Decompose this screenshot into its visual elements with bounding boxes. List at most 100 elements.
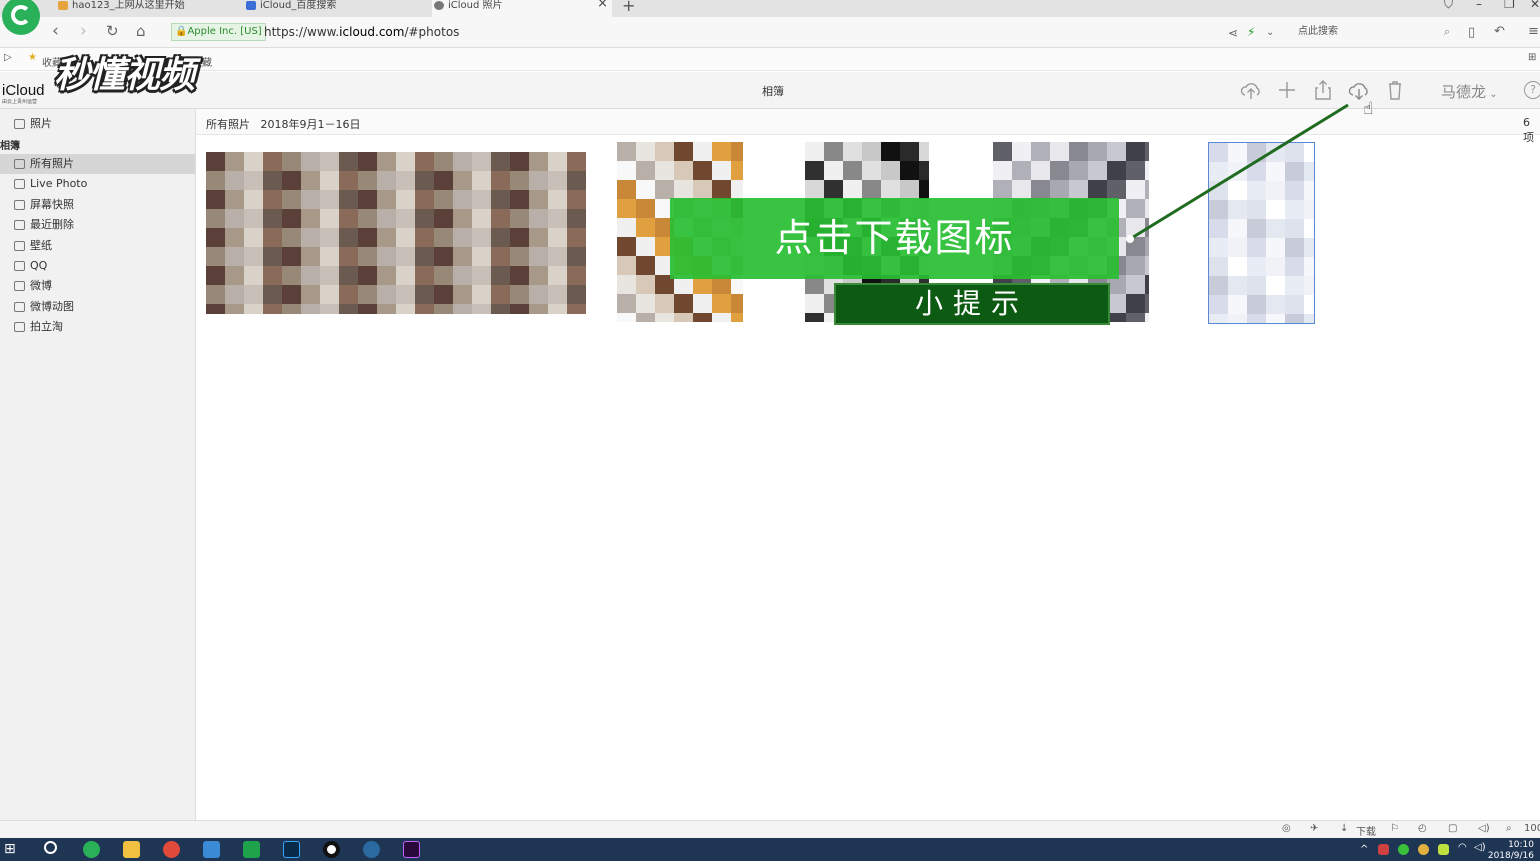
search-input[interactable]: 点此搜索 ⌕ [1288, 22, 1452, 42]
qq-tray-icon[interactable] [1418, 844, 1429, 855]
windows-start-icon[interactable]: ⊞ [4, 841, 16, 857]
share-icon[interactable]: ⋖ [1228, 23, 1238, 43]
lightning-icon[interactable]: ⚡ [1247, 22, 1255, 42]
back-icon[interactable]: ‹ [52, 21, 59, 41]
status-icon[interactable]: ◎ [1282, 823, 1291, 834]
taskbar-clock[interactable]: 10:10 2018/9/16 [1488, 840, 1534, 862]
zoom-icon[interactable]: ⌕ [1506, 823, 1512, 834]
photo-pixel [674, 180, 693, 199]
home-icon[interactable]: ⌂ [136, 21, 146, 41]
sidebar-item-album[interactable]: Live Photo [0, 174, 195, 194]
icloud-brand[interactable]: iCloud [2, 82, 45, 99]
photo-pixel [824, 180, 843, 199]
app-icon[interactable] [203, 841, 220, 858]
photo-pixel [301, 228, 320, 247]
download-label[interactable]: 下载 [1356, 823, 1376, 838]
photo-pixel [919, 142, 929, 161]
photo-pixel [415, 304, 434, 314]
premiere-icon[interactable] [403, 841, 420, 858]
sidebar-toggle-icon[interactable]: ▷ [4, 52, 12, 63]
photo-pixel [617, 161, 636, 180]
sidebar-item-album[interactable]: 最近删除 [0, 215, 195, 235]
wifi-icon[interactable]: ◠ [1458, 842, 1467, 853]
browser-app-icon[interactable] [83, 841, 100, 858]
status-icon[interactable]: ✈ [1310, 823, 1318, 834]
sidebar-item-album[interactable]: QQ [0, 256, 195, 276]
window-icon[interactable]: ▢ [1448, 823, 1457, 834]
tray-icon[interactable] [1438, 844, 1449, 855]
photo-pixel [712, 142, 731, 161]
photo-pixel [1266, 257, 1285, 276]
tab-label: hao123_上网从这里开始 [72, 0, 185, 11]
photo-pixel [358, 285, 377, 304]
app-icon[interactable] [363, 841, 380, 858]
photo-pixel [712, 180, 731, 199]
photo-pixel [529, 209, 548, 228]
minimize-icon[interactable]: – [1476, 0, 1482, 11]
restore-icon[interactable]: ❐ [1504, 0, 1515, 11]
photo-pixel [674, 142, 693, 161]
close-window-icon[interactable]: ✕ [1530, 0, 1540, 11]
tab-icloud-photos[interactable]: iCloud 照片 × [432, 0, 612, 17]
apps-grid-icon[interactable]: ⊞ [1528, 52, 1536, 63]
search-icon[interactable] [44, 841, 57, 854]
photo-pixel [263, 304, 282, 314]
photo-pixel [225, 152, 244, 171]
chrome-icon[interactable] [163, 841, 180, 858]
photo-pixel [472, 209, 491, 228]
download-icon[interactable]: ↓ [1340, 823, 1348, 834]
security-badge[interactable]: 🔒Apple Inc. [US] [171, 23, 266, 41]
photo-pixel [225, 247, 244, 266]
photo-pixel [301, 285, 320, 304]
tray-chevron-icon[interactable]: ^ [1360, 844, 1368, 855]
url-field[interactable]: https://www.icloud.com/#photos [264, 25, 459, 39]
refresh-icon[interactable]: ↻ [106, 21, 119, 41]
tablet-mode-icon[interactable]: ▯ [1468, 23, 1475, 43]
sidebar-item-album[interactable]: 拍立淘 [0, 317, 195, 337]
photo-pixel [548, 304, 567, 314]
shirt-skin-icon[interactable]: ⛉ [1444, 0, 1453, 12]
forward-icon[interactable]: › [80, 21, 87, 41]
chevron-down-icon[interactable]: ⌄ [1266, 23, 1274, 43]
wechat-tray-icon[interactable] [1398, 844, 1409, 855]
flag-icon[interactable]: ⚐ [1390, 823, 1399, 834]
photo-pixel [377, 285, 396, 304]
undo-icon[interactable]: ↶ [1494, 22, 1505, 42]
sidebar-item-album[interactable]: 屏幕快照 [0, 195, 195, 215]
sidebar-item-album[interactable]: 壁纸 [0, 236, 195, 256]
sidebar-item-photos[interactable]: 照片 [0, 114, 195, 134]
user-menu[interactable]: 马德龙 ⌄ [1441, 81, 1498, 102]
photoshop-icon[interactable] [283, 841, 300, 858]
windows-taskbar: ⊞ ^ ◠ ◁) 10:10 2018/9/16 [0, 838, 1540, 861]
photo-pixel [900, 161, 919, 180]
new-tab-button[interactable]: + [622, 0, 635, 15]
status-icon[interactable]: ◴ [1418, 823, 1427, 834]
photo-pixel [993, 142, 1012, 161]
sidebar-item-album[interactable]: 微博 [0, 276, 195, 296]
file-explorer-icon[interactable] [123, 841, 140, 858]
zoom-level[interactable]: 100 [1524, 823, 1540, 834]
spreadsheet-app-icon[interactable] [243, 841, 260, 858]
tab-baidu-search[interactable]: iCloud_百度搜索 [244, 0, 424, 17]
volume-icon[interactable]: ◁) [1474, 842, 1486, 853]
photo-pixel [434, 304, 453, 314]
photo-thumbnail[interactable] [206, 152, 586, 314]
sidebar-item-album[interactable]: 微博动图 [0, 297, 195, 317]
delete-button[interactable] [1383, 79, 1407, 101]
menu-icon[interactable]: ≡ [1528, 22, 1539, 42]
album-icon [14, 240, 25, 251]
tab-close-icon[interactable]: × [597, 0, 608, 10]
tab-hao123[interactable]: hao123_上网从这里开始 [56, 0, 236, 17]
tray-icon[interactable] [1378, 844, 1389, 855]
photo-pixel [206, 171, 225, 190]
search-icon[interactable]: ⌕ [1444, 22, 1450, 42]
photo-pixel [1266, 295, 1285, 314]
help-icon[interactable]: ? [1524, 81, 1540, 99]
sidebar-item-album[interactable]: 所有照片 [0, 154, 195, 174]
volume-icon[interactable]: ◁) [1478, 823, 1490, 834]
photo-pixel [805, 294, 824, 313]
photo-pixel [244, 152, 263, 171]
photo-pixel [396, 190, 415, 209]
photo-pixel [510, 152, 529, 171]
screen-recorder-icon[interactable] [323, 841, 340, 858]
